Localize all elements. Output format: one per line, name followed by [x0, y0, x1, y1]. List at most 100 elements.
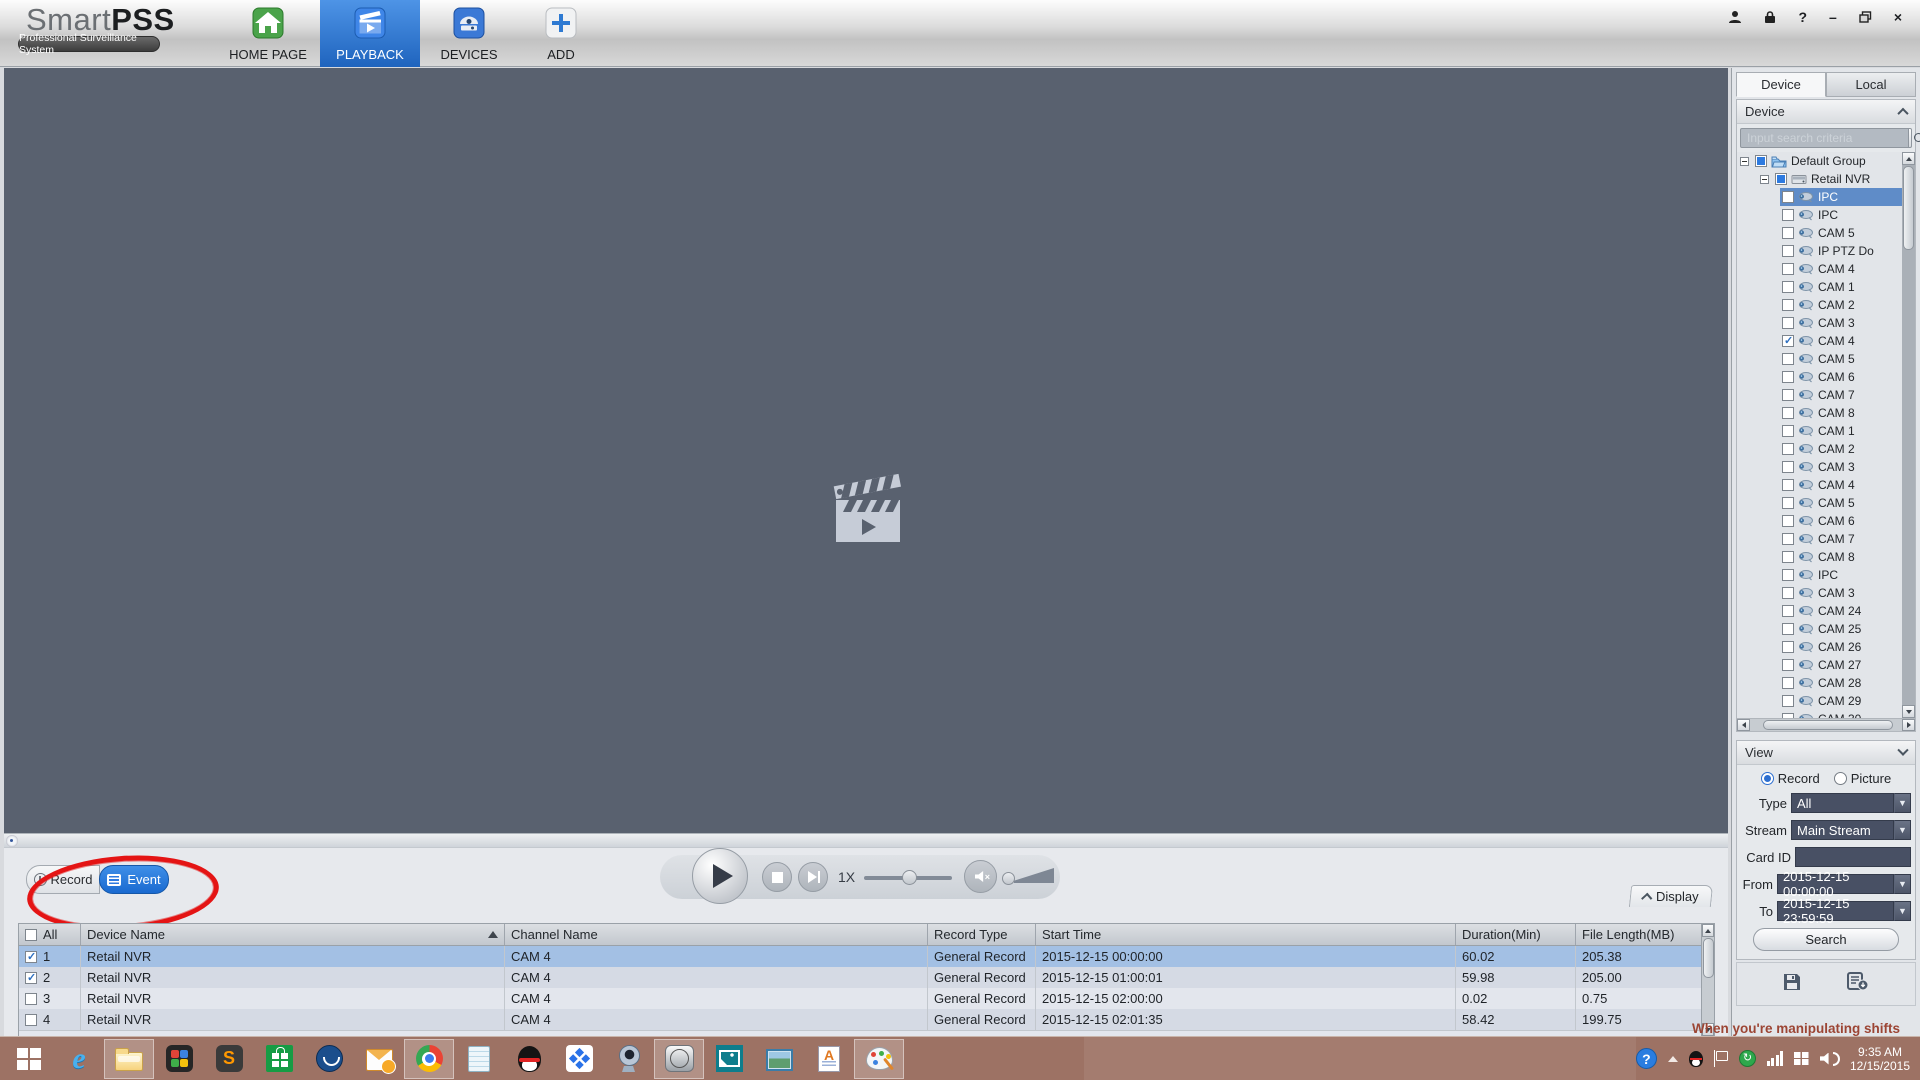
- taskbar-webcam-app-icon[interactable]: [604, 1039, 654, 1079]
- lock-icon[interactable]: [1764, 10, 1776, 24]
- network-signal-icon[interactable]: [1766, 1051, 1783, 1066]
- column-header-duration-min-[interactable]: Duration(Min): [1456, 924, 1576, 945]
- event-toggle-button[interactable]: Event: [99, 865, 169, 894]
- type-select[interactable]: All: [1791, 793, 1894, 813]
- tree-checkbox[interactable]: [1782, 695, 1794, 707]
- table-row[interactable]: 2 Retail NVRCAM 4General Record2015-12-15…: [19, 967, 1714, 988]
- tree-item-cam-3[interactable]: CAM 3: [1737, 458, 1902, 476]
- tree-item-row[interactable]: CAM 27: [1780, 656, 1902, 674]
- help-icon[interactable]: ?: [1798, 10, 1807, 24]
- tree-item-row[interactable]: CAM 2: [1780, 440, 1902, 458]
- taskbar-clock[interactable]: 9:35 AM 12/15/2015: [1850, 1045, 1920, 1073]
- tree-checkbox[interactable]: [1782, 569, 1794, 581]
- tree-checkbox[interactable]: [1782, 623, 1794, 635]
- taskbar-wordpad-icon[interactable]: [804, 1039, 854, 1079]
- search-icon[interactable]: [1909, 128, 1920, 148]
- tree-item-cam-8[interactable]: CAM 8: [1737, 548, 1902, 566]
- save-icon[interactable]: [1782, 972, 1802, 997]
- tree-checkbox[interactable]: [1782, 263, 1794, 275]
- tree-item-cam-4[interactable]: CAM 4: [1737, 476, 1902, 494]
- tree-checkbox[interactable]: [1782, 371, 1794, 383]
- sidebar-tab-device[interactable]: Device: [1736, 72, 1826, 97]
- tree-checkbox[interactable]: [1782, 461, 1794, 473]
- tree-item-cam-1[interactable]: CAM 1: [1737, 422, 1902, 440]
- tree-item-row[interactable]: CAM 24: [1780, 602, 1902, 620]
- tree-item-cam-4[interactable]: CAM 4: [1737, 260, 1902, 278]
- tree-checkbox[interactable]: [1782, 334, 1794, 347]
- tree-checkbox[interactable]: [1782, 353, 1794, 365]
- select-all-checkbox[interactable]: [25, 928, 37, 941]
- to-datetime-field[interactable]: 2015-12-15 23:59:59: [1777, 896, 1894, 926]
- taskbar-hipchat-icon[interactable]: [304, 1039, 354, 1079]
- tree-item-cam-7[interactable]: CAM 7: [1737, 530, 1902, 548]
- tree-checkbox[interactable]: [1782, 533, 1794, 545]
- scroll-up-icon[interactable]: [1902, 152, 1915, 165]
- taskbar-photo-viewer-icon[interactable]: [704, 1039, 754, 1079]
- taskbar-puzzle-app-icon[interactable]: [154, 1039, 204, 1079]
- taskbar-windows-start-icon[interactable]: [4, 1039, 54, 1079]
- tree-checkbox[interactable]: [1782, 677, 1794, 689]
- slider-thumb[interactable]: [902, 870, 917, 885]
- scroll-left-icon[interactable]: [1737, 719, 1750, 731]
- column-header-record-type[interactable]: Record Type: [928, 924, 1036, 945]
- tree-item-cam-3[interactable]: CAM 3: [1737, 314, 1902, 332]
- tree-item-row[interactable]: Retail NVR: [1773, 170, 1902, 188]
- tree-checkbox[interactable]: [1782, 299, 1794, 311]
- taskbar-qq-icon[interactable]: [504, 1039, 554, 1079]
- row-checkbox[interactable]: [25, 992, 37, 1005]
- tree-item-cam-5[interactable]: CAM 5: [1737, 350, 1902, 368]
- tree-checkbox[interactable]: [1782, 515, 1794, 527]
- taskbar-outlook-icon[interactable]: [354, 1039, 404, 1079]
- taskbar-photos-app-icon[interactable]: [754, 1039, 804, 1079]
- tree-item-cam-8[interactable]: CAM 8: [1737, 404, 1902, 422]
- tree-item-cam-2[interactable]: CAM 2: [1737, 296, 1902, 314]
- tree-item-cam-3[interactable]: CAM 3: [1737, 584, 1902, 602]
- volume-icon[interactable]: [1820, 1052, 1840, 1066]
- tree-item-default-group[interactable]: Default Group: [1737, 152, 1902, 170]
- tree-item-row[interactable]: CAM 6: [1780, 368, 1902, 386]
- tree-item-row[interactable]: CAM 26: [1780, 638, 1902, 656]
- tree-item-row[interactable]: CAM 28: [1780, 674, 1902, 692]
- scrollbar-thumb[interactable]: [1703, 938, 1714, 978]
- search-button[interactable]: Search: [1753, 928, 1899, 951]
- dropdown-arrow-icon[interactable]: ▼: [1894, 901, 1911, 921]
- volume-thumb[interactable]: [1002, 872, 1015, 885]
- tree-checkbox[interactable]: [1782, 425, 1794, 437]
- taskbar-chrome-icon[interactable]: [404, 1038, 454, 1079]
- speed-slider[interactable]: [864, 870, 952, 885]
- row-checkbox[interactable]: [25, 971, 37, 984]
- tree-item-row[interactable]: IP PTZ Do: [1780, 242, 1902, 260]
- taskbar-paint-icon[interactable]: [854, 1038, 904, 1079]
- tree-item-cam-6[interactable]: CAM 6: [1737, 512, 1902, 530]
- scroll-down-icon[interactable]: [1902, 705, 1915, 718]
- sidebar-tab-local[interactable]: Local: [1826, 72, 1916, 97]
- tree-item-row[interactable]: CAM 3: [1780, 584, 1902, 602]
- restore-icon[interactable]: [1859, 11, 1872, 23]
- tree-checkbox[interactable]: [1782, 407, 1794, 419]
- tree-item-cam-24[interactable]: CAM 24: [1737, 602, 1902, 620]
- tree-item-row[interactable]: CAM 1: [1780, 278, 1902, 296]
- tab-add[interactable]: ADD: [518, 0, 604, 67]
- tree-horizontal-scrollbar[interactable]: [1737, 718, 1915, 731]
- tree-item-row[interactable]: CAM 3: [1780, 458, 1902, 476]
- tree-item-cam-5[interactable]: CAM 5: [1737, 224, 1902, 242]
- tree-item-cam-26[interactable]: CAM 26: [1737, 638, 1902, 656]
- taskbar-file-explorer-icon[interactable]: [104, 1038, 154, 1079]
- scroll-right-icon[interactable]: [1902, 719, 1915, 731]
- tree-item-row[interactable]: IPC: [1780, 188, 1902, 206]
- column-header-channel-name[interactable]: Channel Name: [505, 924, 928, 945]
- tray-chevron-icon[interactable]: [1668, 1056, 1678, 1062]
- tree-item-row[interactable]: CAM 7: [1780, 386, 1902, 404]
- tree-item-cam-5[interactable]: CAM 5: [1737, 494, 1902, 512]
- tree-checkbox[interactable]: [1782, 497, 1794, 509]
- tree-item-cam-1[interactable]: CAM 1: [1737, 278, 1902, 296]
- taskbar-windows-store-icon[interactable]: [254, 1039, 304, 1079]
- next-frame-button[interactable]: [798, 862, 828, 892]
- tree-item-cam-27[interactable]: CAM 27: [1737, 656, 1902, 674]
- tree-item-row[interactable]: CAM 4: [1780, 260, 1902, 278]
- qq-tray-icon[interactable]: [1688, 1050, 1703, 1067]
- horizontal-splitter[interactable]: [4, 833, 1728, 847]
- taskbar-sublime-text-icon[interactable]: [204, 1039, 254, 1079]
- tree-item-row[interactable]: CAM 3: [1780, 314, 1902, 332]
- tree-item-cam-2[interactable]: CAM 2: [1737, 440, 1902, 458]
